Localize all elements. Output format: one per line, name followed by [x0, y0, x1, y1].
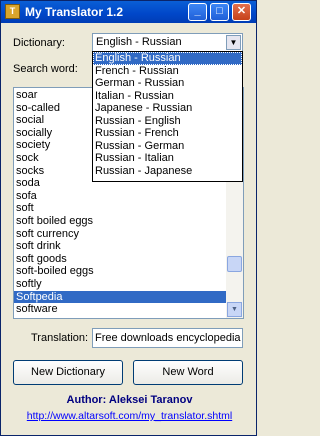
website-link[interactable]: http://www.altarsoft.com/my_translator.s…	[1, 410, 258, 422]
dictionary-option[interactable]: Russian - English	[93, 115, 242, 128]
app-window: T My Translator 1.2 _ □ ✕ Dictionary: En…	[0, 0, 257, 436]
close-button[interactable]: ✕	[232, 3, 251, 21]
dictionary-option[interactable]: German - Russian	[93, 77, 242, 90]
word-list-item[interactable]: software	[14, 303, 226, 316]
dictionary-option[interactable]: French - Russian	[93, 65, 242, 78]
dictionary-select[interactable]: English - Russian ▼	[92, 33, 243, 52]
dictionary-option[interactable]: Russian - Italian	[93, 152, 242, 165]
chevron-down-icon[interactable]: ▼	[226, 35, 241, 50]
dictionary-option[interactable]: Russian - French	[93, 127, 242, 140]
new-dictionary-button[interactable]: New Dictionary	[13, 360, 123, 385]
dictionary-dropdown-list: English - Russian French - Russian German …	[92, 51, 243, 182]
window-title: My Translator 1.2	[25, 5, 124, 19]
dictionary-option[interactable]: Japanese - Russian	[93, 102, 242, 115]
translation-value: Free downloads encyclopedia	[95, 332, 241, 344]
translator-app-icon: T	[5, 4, 20, 19]
scroll-down-icon[interactable]: ▼	[227, 302, 242, 317]
word-list-item[interactable]: soft currency	[14, 228, 226, 241]
dictionary-selected-value: English - Russian	[96, 36, 182, 48]
scrollbar-thumb[interactable]	[227, 256, 242, 272]
new-word-button[interactable]: New Word	[133, 360, 243, 385]
dictionary-option[interactable]: English - Russian	[93, 52, 242, 65]
dictionary-option[interactable]: Russian - German	[93, 140, 242, 153]
word-list-item[interactable]: soft	[14, 202, 226, 215]
word-list-item[interactable]: soft boiled eggs	[14, 215, 226, 228]
minimize-button[interactable]: _	[188, 3, 207, 21]
word-list-item[interactable]: sofa	[14, 190, 226, 203]
translation-label: Translation:	[31, 332, 89, 344]
maximize-button[interactable]: □	[210, 3, 229, 21]
dictionary-option[interactable]: Italian - Russian	[93, 90, 242, 103]
translation-field[interactable]: Free downloads encyclopedia	[92, 328, 243, 348]
word-list-item[interactable]: softly	[14, 278, 226, 291]
dictionary-label: Dictionary:	[13, 37, 65, 49]
word-list-item[interactable]: Softpedia	[14, 290, 226, 304]
author-text: Author: Aleksei Taranov	[66, 394, 193, 406]
word-list-item[interactable]: soft goods	[14, 253, 226, 266]
word-list-item[interactable]: soft-boiled eggs	[14, 265, 226, 278]
dictionary-option[interactable]: Russian - Japanese	[93, 165, 242, 178]
word-list-item[interactable]: soft drink	[14, 240, 226, 253]
title-bar[interactable]: T My Translator 1.2 _ □ ✕	[1, 1, 256, 23]
search-word-label: Search word:	[13, 63, 78, 75]
